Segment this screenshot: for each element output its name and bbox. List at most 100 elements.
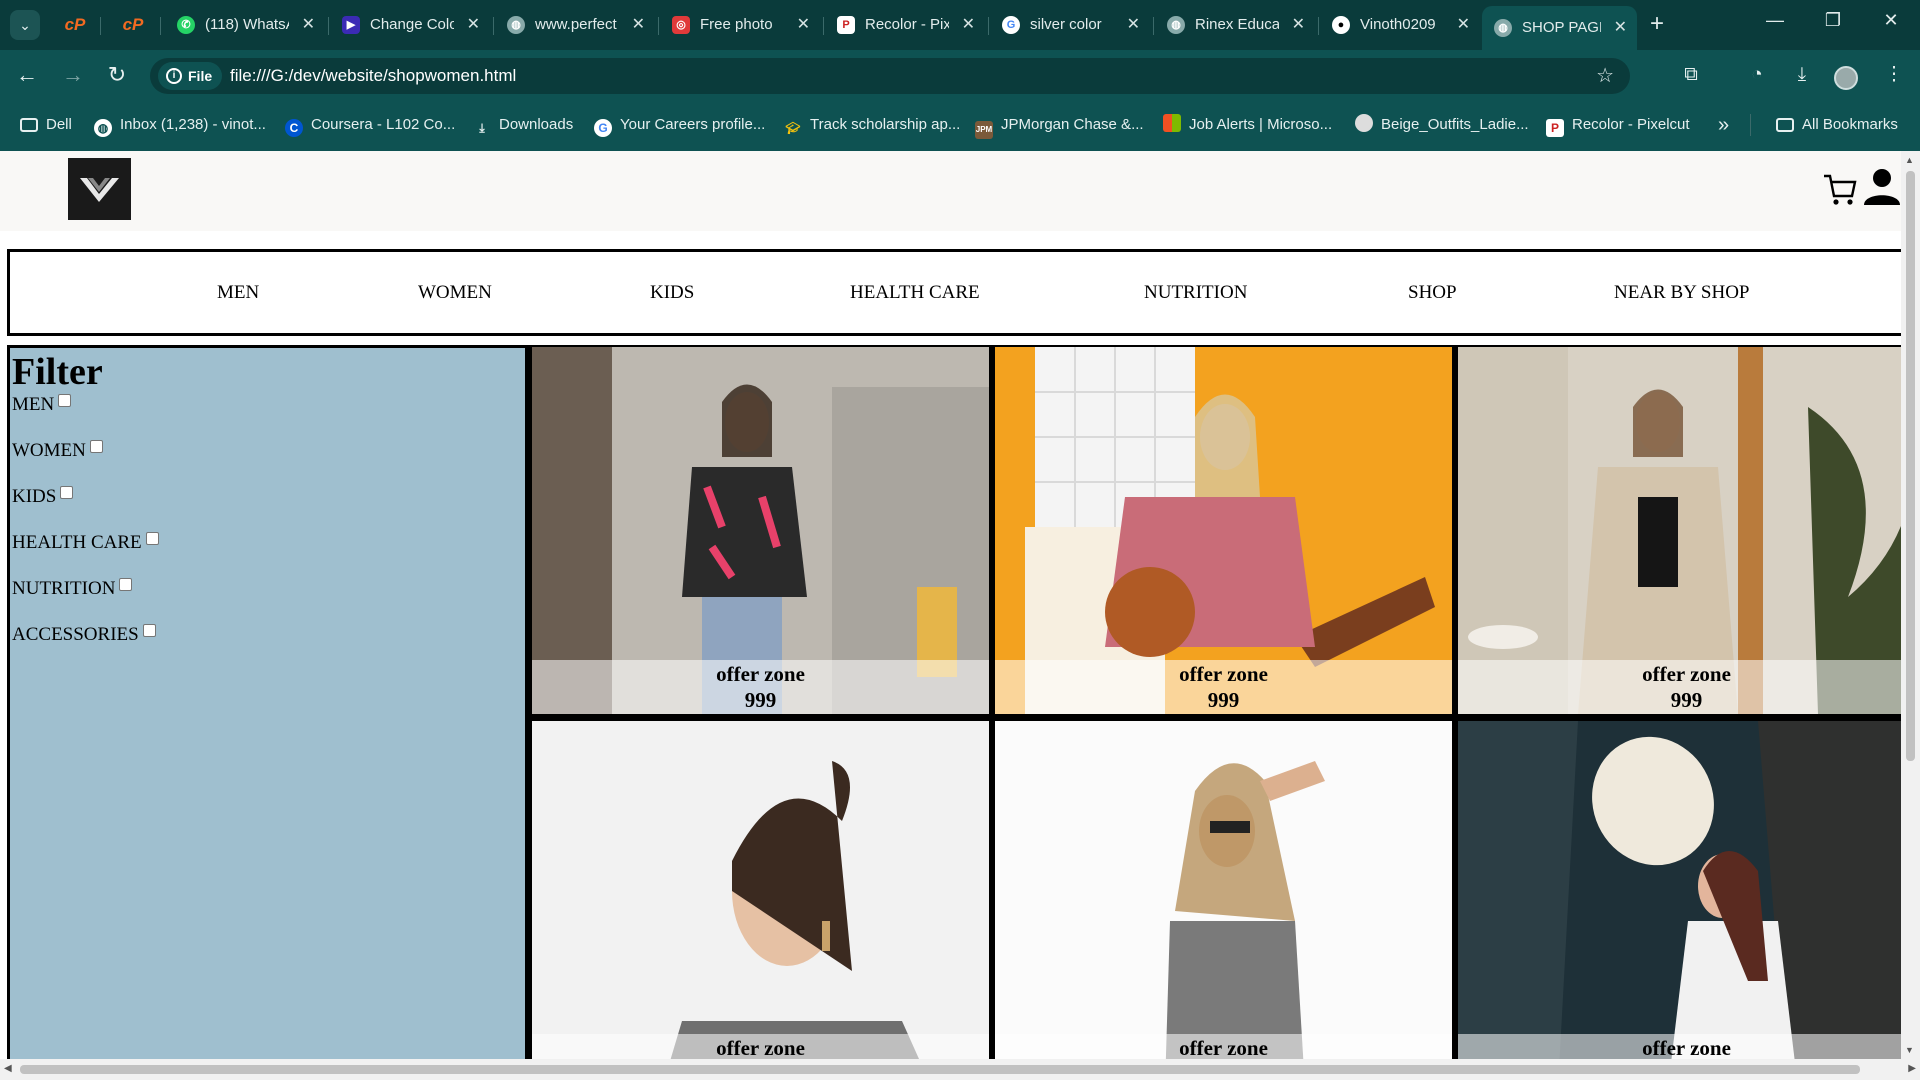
horizontal-scroll-thumb[interactable] bbox=[20, 1065, 1860, 1074]
nav-shop[interactable]: SHOP bbox=[1408, 282, 1457, 304]
bookmark-jpmorgan[interactable]: JPM JPMorgan Chase &... bbox=[975, 114, 1144, 139]
product-photo bbox=[532, 721, 989, 1059]
tab-perfect[interactable]: ◍ www.perfect ✕ bbox=[495, 8, 655, 42]
scroll-left-icon[interactable]: ◀ bbox=[4, 1063, 12, 1074]
bookmarks-overflow-button[interactable]: » bbox=[1718, 114, 1729, 136]
product-card[interactable]: offer zone 999 bbox=[1458, 347, 1901, 714]
scroll-right-icon[interactable]: ▶ bbox=[1908, 1063, 1916, 1074]
google-icon: G bbox=[594, 119, 612, 137]
tab-rinex[interactable]: ◍ Rinex Education ✕ bbox=[1155, 8, 1315, 42]
tab-change-color[interactable]: ▶ Change Color ✕ bbox=[330, 8, 490, 42]
coursera-icon: C bbox=[285, 119, 303, 137]
bookmark-careers[interactable]: G Your Careers profile... bbox=[594, 114, 765, 137]
bookmark-downloads[interactable]: ⤓ Downloads bbox=[473, 114, 573, 136]
nav-health-care[interactable]: HEALTH CARE bbox=[850, 282, 980, 304]
vertical-scroll-thumb[interactable] bbox=[1906, 171, 1915, 761]
bookmark-scholarship[interactable]: 🎓︎ Track scholarship ap... bbox=[784, 114, 960, 136]
bookmark-recolor[interactable]: P Recolor - Pixelcut bbox=[1546, 114, 1690, 137]
scroll-up-icon[interactable]: ▲ bbox=[1905, 155, 1914, 165]
close-icon[interactable]: ✕ bbox=[1292, 8, 1305, 42]
photo-icon: ◎ bbox=[672, 16, 690, 34]
jpmorgan-icon: JPM bbox=[975, 121, 993, 139]
filter-option-accessories: ACCESSORIES bbox=[12, 624, 156, 646]
scroll-down-icon[interactable]: ▼ bbox=[1905, 1045, 1914, 1055]
bookmark-coursera[interactable]: C Coursera - L102 Co... bbox=[285, 114, 455, 137]
profile-avatar[interactable] bbox=[1834, 66, 1858, 90]
forward-icon[interactable]: → bbox=[60, 62, 86, 88]
filter-checkbox-nutrition[interactable] bbox=[119, 578, 133, 591]
extensions-icon[interactable]: ⧉ bbox=[1677, 62, 1705, 88]
product-price: 999 bbox=[1670, 688, 1703, 712]
product-price: 999 bbox=[744, 688, 777, 712]
nav-kids[interactable]: KIDS bbox=[650, 282, 694, 304]
minimize-button[interactable]: — bbox=[1760, 10, 1790, 31]
performance-icon[interactable]: ◔ bbox=[1743, 62, 1771, 88]
nav-nutrition[interactable]: NUTRITION bbox=[1144, 282, 1247, 304]
bookmark-inbox[interactable]: ◍ Inbox (1,238) - vinot... bbox=[94, 114, 266, 137]
filter-checkbox-women[interactable] bbox=[89, 440, 103, 453]
site-info-chip[interactable]: i File bbox=[158, 62, 223, 90]
product-photo bbox=[1458, 347, 1901, 714]
nav-near-by-shop[interactable]: NEAR BY SHOP bbox=[1614, 282, 1750, 304]
vertical-scrollbar[interactable]: ▲ ▼ bbox=[1901, 151, 1920, 1059]
bookmark-beige-outfits[interactable]: Beige_Outfits_Ladie... bbox=[1355, 114, 1529, 136]
restore-button[interactable]: ❐ bbox=[1818, 10, 1848, 31]
user-icon[interactable] bbox=[1862, 167, 1901, 207]
tab-recolor[interactable]: P Recolor - Pixelcut ✕ bbox=[825, 8, 985, 42]
url-text[interactable]: file:///G:/dev/website/shopwomen.html bbox=[230, 58, 516, 94]
product-caption: offer zone 999 bbox=[1458, 660, 1901, 714]
filter-checkbox-men[interactable] bbox=[58, 394, 72, 407]
close-window-button[interactable]: ✕ bbox=[1876, 10, 1906, 31]
close-icon[interactable]: ✕ bbox=[962, 8, 975, 42]
new-tab-button[interactable]: + bbox=[1650, 10, 1664, 38]
tab-whatsapp[interactable]: ✆ (118) WhatsApp ✕ bbox=[165, 8, 325, 42]
product-card[interactable]: offer zone bbox=[1458, 721, 1901, 1059]
nav-men[interactable]: MEN bbox=[217, 282, 259, 304]
reload-icon[interactable]: ↻ bbox=[104, 62, 130, 88]
filter-checkbox-accessories[interactable] bbox=[142, 624, 156, 637]
microsoft-icon bbox=[1163, 114, 1181, 132]
filter-option-women: WOMEN bbox=[12, 440, 103, 462]
product-card[interactable]: offer zone bbox=[995, 721, 1452, 1059]
tab-shop-page[interactable]: ◍ SHOP PAGE ✕ bbox=[1482, 6, 1637, 50]
github-icon: ● bbox=[1332, 16, 1350, 34]
filter-checkbox-kids[interactable] bbox=[60, 486, 74, 499]
back-icon[interactable]: ← bbox=[14, 62, 40, 88]
globe-icon: ◍ bbox=[507, 16, 525, 34]
globe-icon: ◍ bbox=[1167, 16, 1185, 34]
all-bookmarks-button[interactable]: All Bookmarks bbox=[1776, 114, 1898, 136]
address-bar[interactable]: i File file:///G:/dev/website/shopwomen.… bbox=[150, 58, 1630, 94]
scholarship-icon: 🎓︎ bbox=[785, 121, 801, 135]
download-icon[interactable]: ⤓ bbox=[1788, 62, 1816, 88]
photo-icon bbox=[1355, 114, 1373, 132]
close-icon[interactable]: ✕ bbox=[632, 8, 645, 42]
product-card[interactable]: offer zone bbox=[532, 721, 989, 1059]
tab-free-photo[interactable]: ◎ Free photo ✕ bbox=[660, 8, 820, 42]
bookmark-star-icon[interactable]: ☆ bbox=[1596, 58, 1614, 94]
filter-checkbox-health-care[interactable] bbox=[145, 532, 159, 545]
menu-icon[interactable]: ⋮ bbox=[1880, 62, 1908, 88]
bookmark-dell[interactable]: Dell bbox=[20, 114, 72, 136]
bookmark-job-alerts[interactable]: Job Alerts | Microso... bbox=[1163, 114, 1332, 136]
tab-silver-color[interactable]: G silver color ✕ bbox=[990, 8, 1150, 42]
close-icon[interactable]: ✕ bbox=[1614, 6, 1627, 50]
tab-github[interactable]: ● Vinoth0209 ✕ bbox=[1320, 8, 1480, 42]
close-icon[interactable]: ✕ bbox=[467, 8, 480, 42]
cart-icon[interactable] bbox=[1823, 171, 1857, 207]
page-viewport: MEN WOMEN KIDS HEALTH CARE NUTRITION SHO… bbox=[0, 151, 1901, 1059]
pinned-tab-cpanel[interactable]: cP bbox=[62, 13, 88, 37]
product-caption: offer zone 999 bbox=[532, 660, 989, 714]
close-icon[interactable]: ✕ bbox=[797, 8, 810, 42]
tab-search-button[interactable]: ⌄ bbox=[10, 10, 40, 40]
product-card[interactable]: offer zone 999 bbox=[532, 347, 989, 714]
site-logo[interactable] bbox=[68, 158, 131, 220]
product-card[interactable]: offer zone 999 bbox=[995, 347, 1452, 714]
close-icon[interactable]: ✕ bbox=[1457, 8, 1470, 42]
close-icon[interactable]: ✕ bbox=[302, 8, 315, 42]
filter-option-nutrition: NUTRITION bbox=[12, 578, 133, 600]
horizontal-scrollbar[interactable]: ◀ ▶ bbox=[0, 1059, 1920, 1080]
nav-women[interactable]: WOMEN bbox=[418, 282, 492, 304]
pinned-tab-cpanel-2[interactable]: cP bbox=[120, 13, 146, 37]
product-caption: offer zone bbox=[1458, 1034, 1901, 1059]
close-icon[interactable]: ✕ bbox=[1127, 8, 1140, 42]
